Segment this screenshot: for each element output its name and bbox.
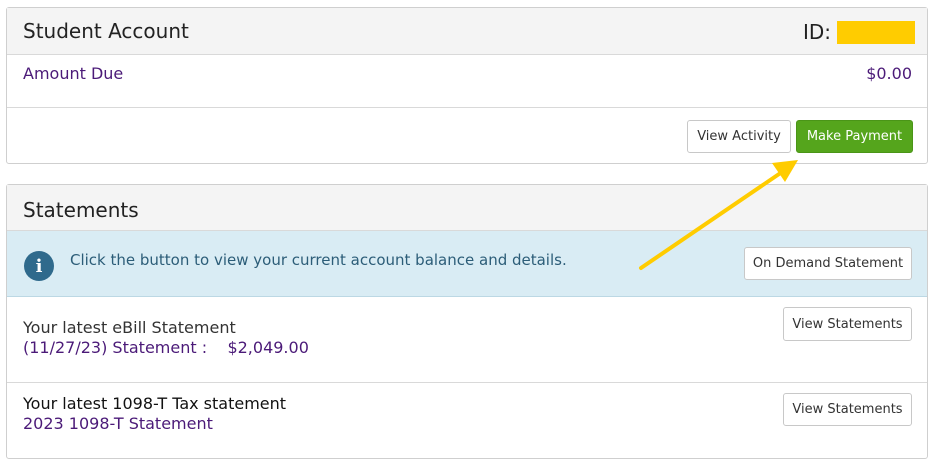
tax-statement-row: Your latest 1098-T Tax statement 2023 10… (7, 383, 927, 459)
student-account-panel: Student Account ID: Amount Due $0.00 Vie… (6, 7, 928, 164)
view-ebill-statements-button[interactable]: View Statements (783, 307, 912, 341)
tax-statement-title: Your latest 1098-T Tax statement (23, 394, 287, 413)
ebill-statement-row: Your latest eBill Statement (11/27/23) S… (7, 297, 927, 383)
make-payment-button[interactable]: Make Payment (796, 120, 913, 153)
ebill-statement-amount: (11/27/23) Statement : $2,049.00 (23, 338, 309, 357)
student-id-label: ID: (802, 20, 831, 44)
statements-header: Statements (7, 185, 927, 231)
statements-title: Statements (23, 198, 139, 222)
on-demand-statement-button[interactable]: On Demand Statement (744, 247, 912, 280)
ebill-statement-title: Your latest eBill Statement (23, 318, 236, 337)
info-icon: i (24, 251, 54, 281)
amount-due-row: Amount Due $0.00 (7, 55, 927, 108)
info-alert-text: Click the button to view your current ac… (70, 251, 567, 269)
student-account-title: Student Account (23, 19, 189, 43)
tax-statement-link[interactable]: 2023 1098-T Statement (23, 414, 213, 433)
amount-due-label: Amount Due (23, 64, 124, 83)
statements-panel: Statements i Click the button to view yo… (6, 184, 928, 459)
student-id-redaction (837, 20, 915, 44)
student-id: ID: (803, 19, 915, 45)
info-alert: i Click the button to view your current … (7, 231, 927, 297)
student-account-header: Student Account ID: (7, 8, 927, 55)
view-activity-button[interactable]: View Activity (687, 120, 791, 153)
view-tax-statements-button[interactable]: View Statements (783, 393, 912, 426)
amount-due-value: $0.00 (866, 64, 912, 83)
